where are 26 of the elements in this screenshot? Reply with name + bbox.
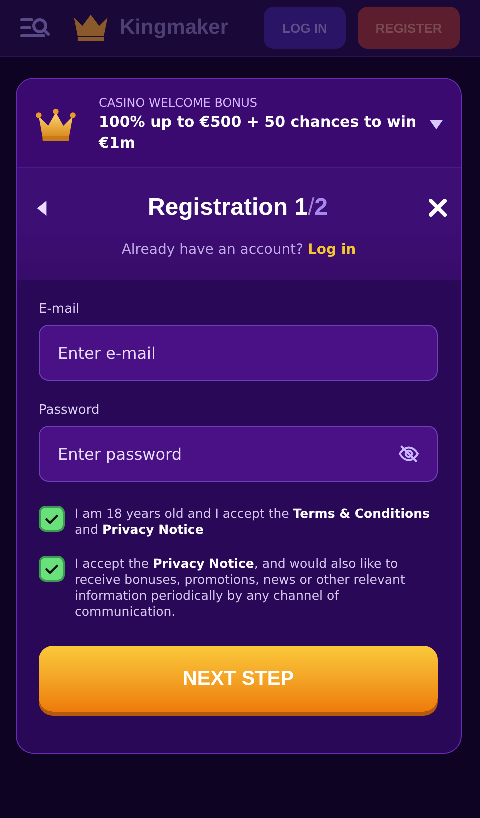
next-step-button[interactable]: NEXT STEP: [39, 646, 438, 712]
crown-logo-icon: [72, 14, 110, 42]
crown-icon: [35, 107, 77, 143]
login-link[interactable]: Log in: [308, 242, 356, 258]
checkbox[interactable]: [39, 506, 65, 532]
close-icon[interactable]: [429, 199, 447, 217]
consent-text: I accept the Privacy Notice, and would also like to receive bonuses, promotions, news or other relevant information periodically by any channel of communication.: [75, 556, 406, 620]
brand-name: Kingmaker: [120, 16, 230, 40]
dropdown-caret-icon[interactable]: [430, 120, 443, 130]
checkmark-icon: [45, 514, 59, 524]
dialog-title: Registration 1/2: [146, 194, 330, 222]
eye-slash-icon[interactable]: [398, 445, 420, 463]
checkbox[interactable]: [39, 556, 65, 582]
bonus-label: CASINO WELCOME BONUS: [99, 96, 259, 110]
field-label: E-mail: [39, 302, 81, 317]
input-field[interactable]: Enter e-mail: [39, 325, 438, 381]
login-button[interactable]: LOG IN: [264, 7, 346, 49]
field-label: Password: [39, 403, 101, 418]
bonus-offer: 100% up to €500 + 50 chances to win €1m: [99, 112, 418, 154]
menu-search-icon[interactable]: [20, 17, 50, 39]
back-icon[interactable]: [37, 200, 47, 216]
account-prompt: Already have an account?: [122, 242, 304, 258]
checkmark-icon: [45, 564, 59, 574]
input-field[interactable]: Enter password: [39, 426, 438, 482]
consent-text: I am 18 years old and I accept the Terms & Conditions and Privacy Notice: [75, 506, 431, 538]
bonus-banner[interactable]: CASINO WELCOME BONUS 100% up to €500 + 50 chances to win €1m: [17, 79, 461, 168]
